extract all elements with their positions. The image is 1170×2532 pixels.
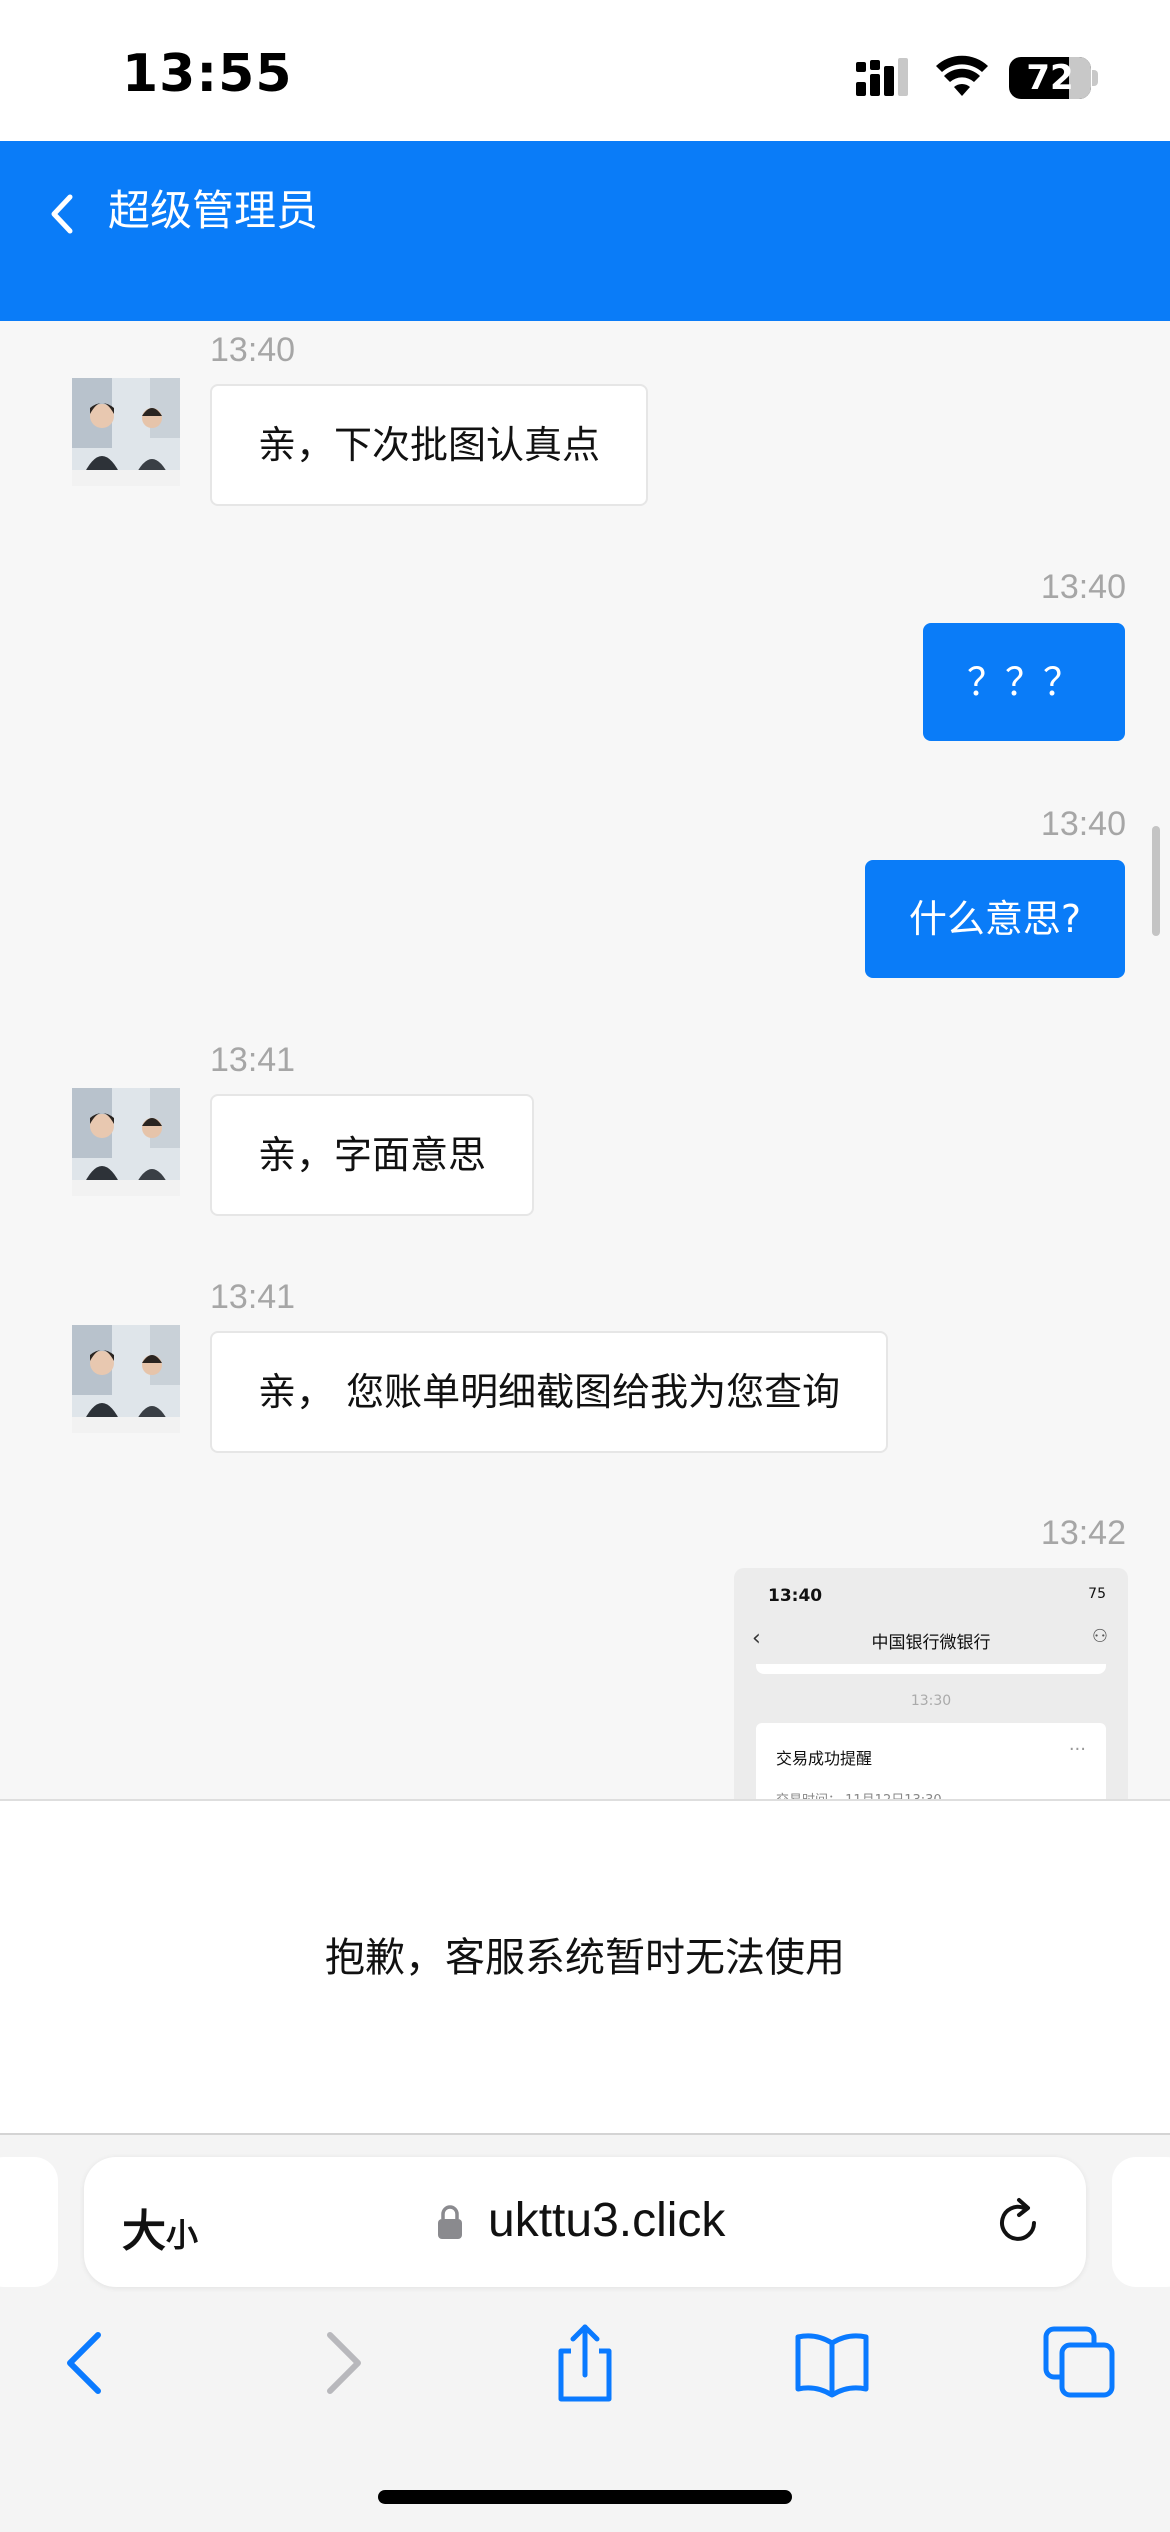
back-icon[interactable] bbox=[48, 2323, 128, 2403]
url-text[interactable]: ukttu3.click bbox=[488, 2193, 725, 2248]
thumb-card-line: 交易时间： 11月12日13:30 bbox=[776, 1789, 942, 1799]
bookmarks-icon[interactable] bbox=[792, 2323, 872, 2403]
thumb-timestamp: 13:30 bbox=[910, 1693, 952, 1709]
tabs-icon[interactable] bbox=[1040, 2323, 1120, 2403]
thumb-title: 中国银行微银行 bbox=[871, 1633, 991, 1653]
chevron-left-icon[interactable] bbox=[36, 169, 86, 259]
thumb-card-title: 交易成功提醒 bbox=[776, 1749, 873, 1768]
thumb-status-time: 13:40 bbox=[768, 1586, 823, 1606]
error-panel: 抱歉，客服系统暂时无法使用 bbox=[0, 1799, 1170, 2133]
battery-icon: 72 bbox=[1009, 57, 1091, 99]
message-timestamp: 13:40 bbox=[1040, 805, 1126, 843]
message-timestamp: 13:41 bbox=[210, 1278, 296, 1316]
cellular-signal-icon bbox=[856, 58, 908, 96]
reload-icon[interactable] bbox=[990, 2195, 1046, 2251]
incoming-message-bubble[interactable]: 亲，字面意思 bbox=[210, 1094, 535, 1216]
previous-tab-preview[interactable] bbox=[0, 2157, 58, 2287]
thumb-user-icon: ⚇ bbox=[1091, 1626, 1108, 1647]
wifi-icon bbox=[936, 55, 988, 96]
screenshot-image-message[interactable]: 13:40 75 ‹ 中国银行微银行 ⚇ 13:30 交易成功提醒 ··· 交易… bbox=[734, 1568, 1128, 1799]
text-size-big: 大 bbox=[122, 2206, 166, 2257]
share-icon[interactable] bbox=[545, 2323, 625, 2403]
incoming-message-bubble[interactable]: 亲，下次批图认真点 bbox=[210, 384, 649, 506]
forward-icon[interactable] bbox=[300, 2323, 380, 2403]
address-bar[interactable]: 大小 ukttu3.click bbox=[84, 2157, 1086, 2287]
message-timestamp: 13:41 bbox=[210, 1041, 296, 1079]
scrollbar[interactable] bbox=[1152, 826, 1160, 936]
battery-level: 72 bbox=[1026, 58, 1074, 98]
thumb-battery: 75 bbox=[1088, 1586, 1106, 1602]
agent-avatar[interactable] bbox=[72, 378, 180, 486]
browser-toolbar: 大小 ukttu3.click bbox=[0, 2133, 1170, 2532]
text-size-small: 小 bbox=[166, 2216, 199, 2254]
agent-avatar[interactable] bbox=[72, 1325, 180, 1433]
outgoing-message-bubble[interactable]: ？？？ bbox=[922, 623, 1125, 741]
chat-area[interactable]: 13:40 亲，下次批图认真点 13:40 ？？？ 13:40 什么意思? 13… bbox=[0, 321, 1170, 1799]
thumb-divider bbox=[756, 1664, 1106, 1674]
message-timestamp: 13:40 bbox=[1040, 568, 1126, 606]
status-time: 13:55 bbox=[122, 44, 293, 104]
incoming-message-bubble[interactable]: 亲， 您账单明细截图给我为您查询 bbox=[210, 1331, 889, 1453]
battery-cap bbox=[1092, 70, 1098, 86]
chat-header: 超级管理员 bbox=[0, 141, 1170, 321]
thumb-more-icon: ··· bbox=[1068, 1739, 1086, 1760]
text-size-button[interactable]: 大小 bbox=[122, 2195, 198, 2259]
outgoing-message-bubble[interactable]: 什么意思? bbox=[864, 860, 1125, 978]
message-timestamp: 13:40 bbox=[210, 331, 296, 369]
error-message: 抱歉，客服系统暂时无法使用 bbox=[325, 1935, 845, 1981]
header-title: 超级管理员 bbox=[108, 186, 319, 235]
thumb-card: 交易成功提醒 ··· 交易时间： 11月12日13:30 bbox=[756, 1723, 1106, 1799]
status-bar: 13:55 72 bbox=[0, 0, 1170, 141]
agent-avatar[interactable] bbox=[72, 1088, 180, 1196]
next-tab-preview[interactable] bbox=[1112, 2157, 1170, 2287]
message-timestamp: 13:42 bbox=[1040, 1514, 1126, 1552]
lock-icon bbox=[438, 2205, 462, 2239]
home-indicator[interactable] bbox=[378, 2490, 792, 2504]
